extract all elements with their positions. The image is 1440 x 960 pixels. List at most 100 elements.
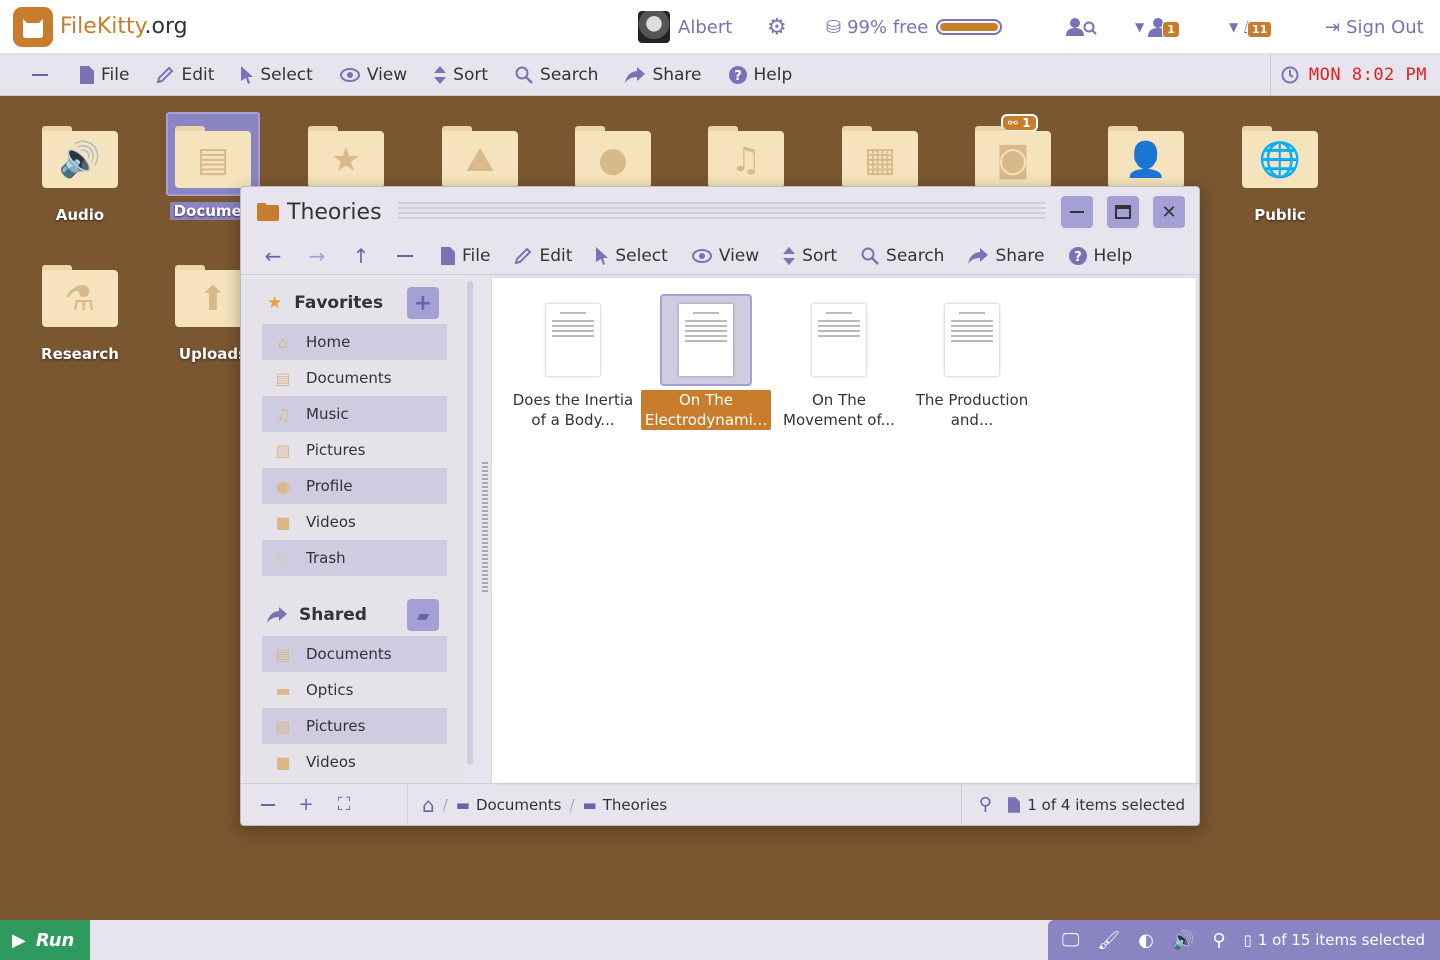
menu-select[interactable]: Select: [241, 65, 313, 85]
sidebar-item-documents[interactable]: ▤ Documents: [262, 360, 447, 396]
fullscreen-button[interactable]: ⛶: [325, 794, 363, 815]
menu-search[interactable]: Search: [515, 65, 598, 85]
collapse-button[interactable]: [383, 254, 427, 257]
speaker-icon: 🔊: [42, 131, 118, 188]
breadcrumb-item[interactable]: Documents: [476, 796, 562, 814]
file-grid: Does the Inertia of a Body... On The Elect…: [491, 277, 1197, 785]
menu-sort[interactable]: Sort: [434, 65, 488, 85]
user-menu[interactable]: Albert: [638, 0, 732, 54]
system-tray: 🖵 🖌 ◐ 🔊 ⚲ ▯ 1 of 15 items selected: [1048, 920, 1440, 960]
file-item[interactable]: On The Movement of...: [774, 294, 904, 430]
desktop-folder-favorites[interactable]: ★: [296, 126, 396, 188]
window-menu-edit-label: Edit: [539, 245, 573, 266]
file-item[interactable]: Does the Inertia of a Body...: [508, 294, 638, 430]
menu-help-label: Help: [753, 64, 793, 85]
sidebar-item-trash[interactable]: 🗑 Trash: [262, 540, 447, 576]
contrast-icon[interactable]: ◐: [1138, 930, 1154, 951]
window-menu-sort[interactable]: Sort: [783, 246, 837, 266]
plus-icon: +: [413, 290, 433, 316]
window-menu-view-label: View: [718, 245, 760, 266]
volume-icon[interactable]: 🔊: [1172, 930, 1194, 951]
open-shared-button[interactable]: ▰: [407, 599, 439, 631]
logo[interactable]: FileKitty.org: [13, 6, 188, 47]
window-title: Theories: [287, 199, 382, 225]
sidebar-item-pictures[interactable]: ▨ Pictures: [262, 432, 447, 468]
back-button[interactable]: ←: [251, 244, 295, 268]
desktop-folder-music[interactable]: ♫: [696, 126, 796, 188]
star-icon: ★: [267, 293, 283, 313]
desktop-folder-pictures[interactable]: ⚯ 1 ◙: [963, 114, 1063, 188]
window-menu-view[interactable]: View: [691, 245, 760, 266]
window-titlebar[interactable]: Theories ✕: [241, 187, 1199, 237]
notifications-dropdown[interactable]: ▼ ⍋ 11: [1229, 0, 1273, 54]
monitor-icon[interactable]: 🖵: [1062, 930, 1079, 951]
arrow-up-icon: ↑: [352, 243, 370, 268]
zoom-out-button[interactable]: [249, 803, 287, 806]
storage-indicator[interactable]: ⛁ 99% free: [826, 0, 1003, 54]
search-icon: [515, 66, 533, 84]
forward-button[interactable]: →: [295, 244, 339, 268]
menu-file[interactable]: File: [80, 65, 129, 85]
window-menu-file[interactable]: File: [441, 246, 490, 266]
desktop-folder-research[interactable]: ⚗ Research: [30, 265, 130, 363]
desktop-folder-news[interactable]: ▦: [830, 126, 930, 188]
desktop-folder-public[interactable]: 🌐 Public: [1230, 126, 1330, 224]
collapse-button[interactable]: [0, 73, 80, 76]
zoom-in-button[interactable]: +: [287, 794, 325, 815]
settings-button[interactable]: ⚙: [767, 0, 787, 54]
window-menu-file-label: File: [462, 245, 491, 266]
menu-view-label: View: [366, 64, 408, 85]
sidebar-item-music[interactable]: ♫ Music: [262, 396, 447, 432]
users-dropdown[interactable]: ▼ 1: [1135, 0, 1180, 54]
file-item[interactable]: The Production and...: [907, 294, 1037, 430]
brush-icon[interactable]: 🖌: [1097, 930, 1120, 951]
sidebar-shared-documents[interactable]: ▤ Documents: [262, 636, 447, 672]
desktop-folder-messages[interactable]: ●: [563, 126, 663, 188]
sidebar-item-profile[interactable]: ● Profile: [262, 468, 447, 504]
document-thumbnail: [945, 304, 999, 376]
menu-share-label: Share: [652, 64, 702, 85]
sidebar-item-videos[interactable]: ■ Videos: [262, 504, 447, 540]
splitter-handle[interactable]: [482, 462, 488, 592]
breadcrumb-item[interactable]: Theories: [603, 796, 667, 814]
window-menu-edit[interactable]: Edit: [514, 246, 572, 266]
add-favorite-button[interactable]: +: [407, 287, 439, 319]
maximize-button[interactable]: [1107, 196, 1139, 228]
title-drag-handle[interactable]: [397, 202, 1045, 222]
sidebar-shared-pictures[interactable]: ▨ Pictures: [262, 708, 447, 744]
window-menu-help[interactable]: ? Help: [1068, 245, 1133, 266]
run-button[interactable]: ▶ Run: [0, 920, 90, 960]
document-icon: ▤: [175, 131, 251, 188]
minimize-button[interactable]: [1061, 196, 1093, 228]
sign-out-button[interactable]: ⇥ Sign Out: [1325, 0, 1424, 54]
menu-help[interactable]: ? Help: [728, 64, 793, 85]
desktop-folder-audio[interactable]: 🔊 Audio: [30, 126, 130, 224]
sidebar-shared-optics[interactable]: ▬ Optics: [262, 672, 447, 708]
sign-out-icon: ⇥: [1325, 16, 1341, 38]
sidebar-scrollbar[interactable]: [467, 281, 473, 765]
sidebar-item-home[interactable]: ⌂ Home: [262, 324, 447, 360]
desktop-folder-maps[interactable]: ⛰: [430, 126, 530, 188]
menu-view[interactable]: View: [339, 64, 408, 85]
sidebar-item-label: Home: [306, 333, 351, 351]
window-menu-search[interactable]: Search: [861, 246, 944, 266]
menu-edit[interactable]: Edit: [156, 65, 214, 85]
user-search-button[interactable]: [1065, 0, 1097, 54]
sidebar: ★ Favorites + ⌂ Home ▤ Documents ♫ Music ▨ P…: [245, 279, 465, 783]
zoom-icon[interactable]: ⚲: [1212, 930, 1225, 951]
window-menu-help-label: Help: [1093, 245, 1133, 266]
up-button[interactable]: ↑: [339, 244, 383, 268]
desktop-folder-profile[interactable]: 👤: [1096, 126, 1196, 188]
document-thumbnail: [546, 304, 600, 376]
folder-icon: ▬: [582, 795, 597, 814]
gear-icon: ⚙: [767, 14, 787, 40]
home-icon[interactable]: ⌂: [422, 793, 435, 817]
window-menu-select[interactable]: Select: [596, 246, 668, 266]
shared-header-label: Shared: [299, 605, 367, 625]
sidebar-shared-videos[interactable]: ■ Videos: [262, 744, 447, 780]
window-menu-share[interactable]: Share: [968, 246, 1045, 266]
close-button[interactable]: ✕: [1153, 196, 1185, 228]
zoom-search-button[interactable]: ⚲: [966, 794, 1004, 815]
menu-share[interactable]: Share: [625, 64, 702, 85]
file-item[interactable]: On The Electrodynami...: [641, 294, 771, 430]
